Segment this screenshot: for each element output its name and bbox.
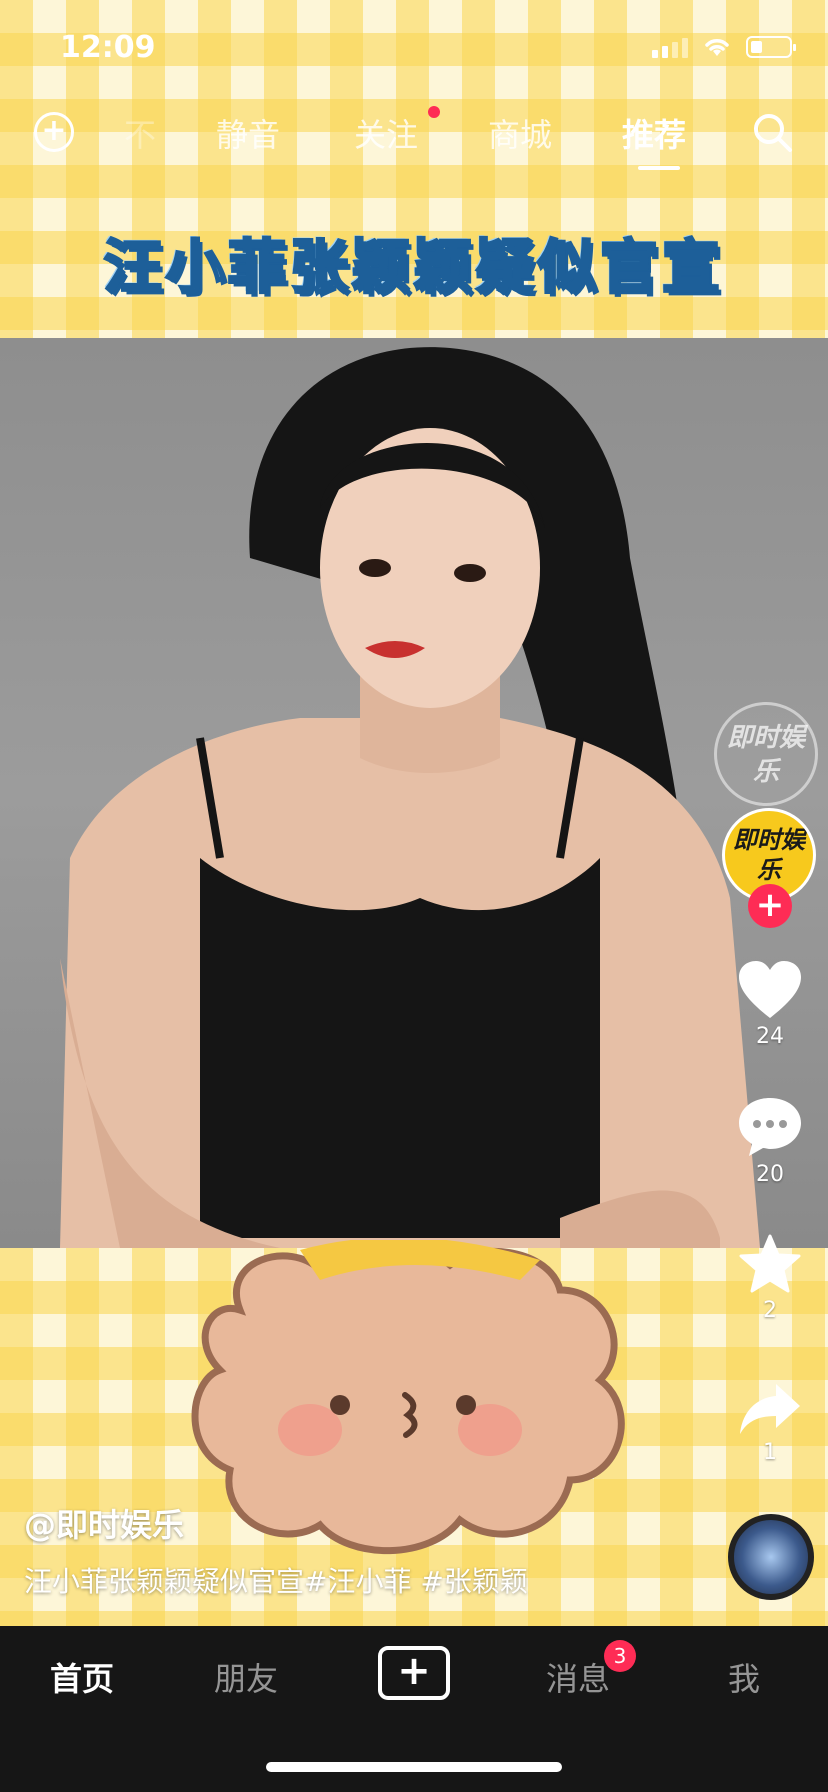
tab-recommended[interactable]: 推荐 (622, 110, 686, 156)
tab-following[interactable]: 关注 (354, 110, 418, 156)
video-caption[interactable]: 汪小菲张颖颖疑似官宣#汪小菲 #张颖颖 (24, 1560, 528, 1600)
heart-icon (739, 961, 801, 1018)
cartoon-dog-sticker (191, 1240, 625, 1555)
share-count: 1 (763, 1440, 777, 1465)
search-icon[interactable] (750, 110, 794, 154)
video-title-banner: 汪小菲张颖颖疑似官宣 (102, 232, 724, 303)
tab-mute[interactable]: 静音 (216, 110, 280, 156)
nav-friends[interactable]: 朋友 (214, 1654, 278, 1700)
top-nav: + 不 静音 关注 商城 推荐 (0, 100, 828, 170)
author-username[interactable]: @即时娱乐 (24, 1500, 184, 1546)
cellular-signal-icon (652, 36, 688, 58)
wifi-icon (705, 39, 729, 56)
like-count: 24 (756, 1024, 784, 1049)
screen: 12:09 + 不 静音 关注 商城 推荐 汪小菲张颖颖疑似官宣 即时娱乐 即时… (0, 0, 828, 1792)
person-photo (60, 347, 760, 1248)
message-badge: 3 (604, 1640, 636, 1672)
nav-home[interactable]: 首页 (50, 1654, 114, 1700)
favorite-button[interactable]: 2 (730, 1234, 810, 1323)
favorite-count: 2 (763, 1298, 777, 1323)
watermark-logo: 即时娱乐 (714, 702, 818, 806)
status-icons (652, 36, 796, 58)
star-icon (739, 1234, 801, 1293)
plus-circle-icon[interactable]: + (34, 112, 74, 152)
nav-me[interactable]: 我 (728, 1654, 760, 1700)
video-frame[interactable] (0, 338, 828, 1248)
share-button[interactable]: 1 (730, 1382, 810, 1465)
share-icon (740, 1384, 800, 1434)
nav-messages[interactable]: 消息 (546, 1654, 610, 1700)
music-disc[interactable] (728, 1514, 814, 1600)
active-tab-indicator (638, 166, 680, 170)
comment-button[interactable]: 20 (730, 1096, 810, 1187)
like-button[interactable]: 24 (730, 960, 810, 1049)
comment-icon (739, 1098, 801, 1156)
status-bar: 12:09 (0, 0, 828, 100)
tab-faded[interactable]: 不 (124, 110, 156, 156)
home-indicator (266, 1762, 562, 1772)
tab-mall[interactable]: 商城 (488, 110, 552, 156)
status-time: 12:09 (60, 30, 156, 65)
battery-icon (746, 36, 796, 58)
follow-button[interactable]: + (748, 884, 792, 928)
comment-count: 20 (756, 1162, 784, 1187)
battery-level (751, 41, 762, 53)
notification-dot (428, 106, 440, 118)
create-button[interactable]: + (378, 1646, 450, 1700)
